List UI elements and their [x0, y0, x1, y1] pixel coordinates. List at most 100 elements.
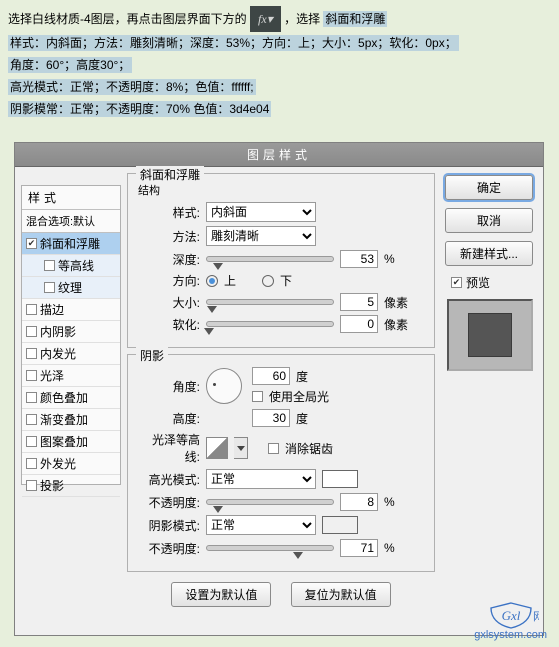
checkbox-icon[interactable]: [26, 326, 37, 337]
bevel-legend: 斜面和浮雕: [136, 166, 204, 183]
checkbox-icon[interactable]: ✔: [26, 238, 37, 249]
reset-default-button[interactable]: 复位为默认值: [291, 582, 391, 607]
style-item-contour[interactable]: 等高线: [22, 255, 120, 277]
depth-label: 深度:: [138, 251, 200, 268]
angle-wheel[interactable]: [206, 368, 242, 404]
gloss-contour-label: 光泽等高线:: [138, 431, 200, 465]
effect-name: 斜面和浮雕: [323, 11, 387, 27]
shadow-mode-label: 阴影模式:: [138, 517, 200, 534]
gloss-contour-picker[interactable]: [206, 437, 228, 459]
new-style-button[interactable]: 新建样式...: [445, 241, 533, 266]
angle-label: 角度:: [138, 378, 200, 395]
radio-up[interactable]: [206, 275, 218, 287]
style-label: 光泽: [40, 367, 64, 384]
style-item-outer-glow[interactable]: 外发光: [22, 453, 120, 475]
method-select[interactable]: 雕刻清晰: [206, 226, 316, 246]
instr-params: 样式：内斜面；方法：雕刻清晰；深度：53%；方向：上；大小：5px；软化：0px…: [8, 35, 459, 51]
watermark-url: gxlsystem.com: [474, 629, 547, 641]
altitude-label: 高度:: [138, 410, 200, 427]
global-light-label: 使用全局光: [269, 388, 329, 405]
style-label: 内阴影: [40, 323, 76, 340]
unit: %: [384, 541, 395, 555]
checkbox-icon[interactable]: [44, 282, 55, 293]
style-item-inner-shadow[interactable]: 内阴影: [22, 321, 120, 343]
shadow-mode-select[interactable]: 正常: [206, 515, 316, 535]
style-label: 外发光: [40, 455, 76, 472]
highlight-opacity-input[interactable]: [340, 493, 378, 511]
depth-slider[interactable]: [206, 256, 334, 262]
structure-label: 结构: [138, 182, 424, 198]
style-label: 颜色叠加: [40, 389, 88, 406]
instr-params: 高光模式：正常；不透明度：8%；色值：ffffff;: [8, 79, 256, 95]
highlight-opacity-slider[interactable]: [206, 499, 334, 505]
style-item-bevel[interactable]: ✔ 斜面和浮雕: [22, 233, 120, 255]
size-label: 大小:: [138, 294, 200, 311]
fx-button[interactable]: fx▾: [250, 6, 281, 32]
checkbox-icon[interactable]: [44, 260, 55, 271]
depth-input[interactable]: [340, 250, 378, 268]
gloss-dropdown-icon[interactable]: [234, 437, 248, 459]
unit: %: [384, 252, 395, 266]
shield-icon: Gxl 网: [483, 601, 539, 629]
shading-fieldset: 阴影 角度: 度 使用全局光: [127, 354, 435, 572]
instr-params: 阴影模常：正常；不透明度：70% 色值：3d4e04: [8, 101, 271, 117]
checkbox-icon[interactable]: [26, 304, 37, 315]
unit: 像素: [384, 294, 408, 311]
style-label: 描边: [40, 301, 64, 318]
shadow-opacity-slider[interactable]: [206, 545, 334, 551]
unit: 像素: [384, 316, 408, 333]
style-label: 斜面和浮雕: [40, 235, 100, 252]
soften-label: 软化:: [138, 316, 200, 333]
style-item-gradient-overlay[interactable]: 渐变叠加: [22, 409, 120, 431]
checkbox-icon[interactable]: [26, 370, 37, 381]
style-item-pattern-overlay[interactable]: 图案叠加: [22, 431, 120, 453]
style-item-inner-glow[interactable]: 内发光: [22, 343, 120, 365]
checkbox-icon[interactable]: [26, 436, 37, 447]
angle-input[interactable]: [252, 367, 290, 385]
unit: %: [384, 495, 395, 509]
instr-text: 选择白线材质-4图层，再点击图层界面下方的: [8, 12, 247, 26]
set-default-button[interactable]: 设置为默认值: [171, 582, 271, 607]
ok-button[interactable]: 确定: [445, 175, 533, 200]
blend-options[interactable]: 混合选项:默认: [22, 210, 120, 233]
checkbox-icon[interactable]: [26, 480, 37, 491]
cancel-button[interactable]: 取消: [445, 208, 533, 233]
checkbox-icon[interactable]: [26, 458, 37, 469]
highlight-color-swatch[interactable]: [322, 470, 358, 488]
preview-checkbox[interactable]: ✔: [451, 277, 462, 288]
shadow-color-swatch[interactable]: [322, 516, 358, 534]
style-item-drop-shadow[interactable]: 投影: [22, 475, 120, 497]
svg-text:网: 网: [533, 611, 539, 623]
checkbox-icon[interactable]: [26, 392, 37, 403]
styles-list: 样式 混合选项:默认 ✔ 斜面和浮雕 等高线 纹理 描边 内阴影: [21, 185, 121, 485]
style-label: 纹理: [58, 279, 82, 296]
shadow-opacity-input[interactable]: [340, 539, 378, 557]
size-input[interactable]: [340, 293, 378, 311]
preview-swatch: [447, 299, 533, 371]
style-label: 渐变叠加: [40, 411, 88, 428]
style-label: 内发光: [40, 345, 76, 362]
soften-input[interactable]: [340, 315, 378, 333]
instr-text: ，选择: [284, 12, 320, 26]
shading-legend: 阴影: [136, 347, 168, 364]
highlight-mode-select[interactable]: 正常: [206, 469, 316, 489]
svg-text:Gxl: Gxl: [501, 608, 520, 623]
style-item-color-overlay[interactable]: 颜色叠加: [22, 387, 120, 409]
soften-slider[interactable]: [206, 321, 334, 327]
preview-inner: [468, 313, 512, 357]
style-select[interactable]: 内斜面: [206, 202, 316, 222]
radio-down[interactable]: [262, 275, 274, 287]
style-item-satin[interactable]: 光泽: [22, 365, 120, 387]
size-slider[interactable]: [206, 299, 334, 305]
style-item-stroke[interactable]: 描边: [22, 299, 120, 321]
checkbox-icon[interactable]: [26, 414, 37, 425]
style-label: 图案叠加: [40, 433, 88, 450]
style-item-texture[interactable]: 纹理: [22, 277, 120, 299]
method-label: 方法:: [138, 228, 200, 245]
global-light-checkbox[interactable]: [252, 391, 263, 402]
antialias-checkbox[interactable]: [268, 443, 279, 454]
checkbox-icon[interactable]: [26, 348, 37, 359]
altitude-input[interactable]: [252, 409, 290, 427]
unit: 度: [296, 368, 308, 385]
style-label: 投影: [40, 477, 64, 494]
